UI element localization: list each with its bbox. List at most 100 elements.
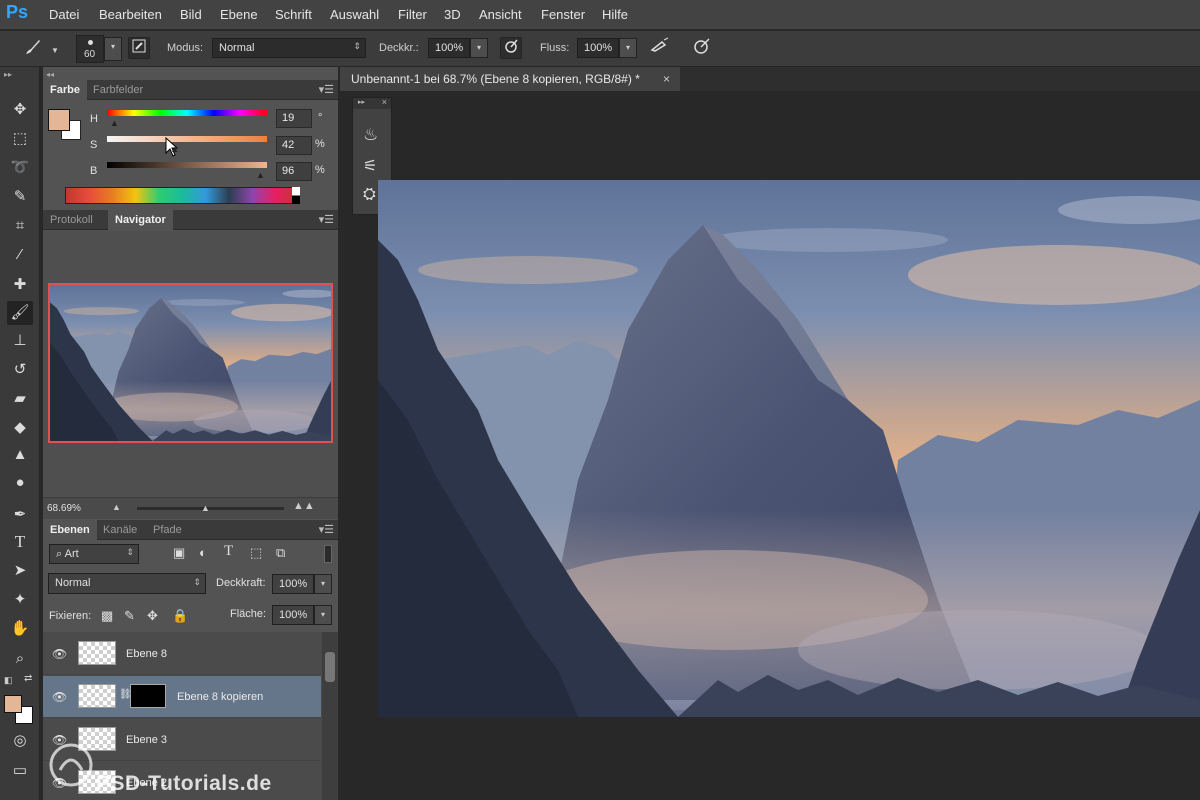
menu-fenster[interactable]: Fenster: [541, 7, 585, 22]
tab-kanaele[interactable]: Kanäle: [96, 520, 144, 540]
menu-schrift[interactable]: Schrift: [275, 7, 312, 22]
palette-header[interactable]: ▸▸ ×: [353, 97, 391, 109]
brightness-field[interactable]: 96: [276, 162, 312, 181]
pressure-opacity-icon[interactable]: [500, 37, 522, 59]
menu-filter[interactable]: Filter: [398, 7, 427, 22]
lock-transparent-icon[interactable]: ▩: [101, 608, 113, 624]
visibility-eye-icon[interactable]: 👁: [52, 690, 67, 704]
filter-smartobject-icon[interactable]: ⧉: [276, 545, 285, 561]
mode-select[interactable]: Normal ⇕: [212, 38, 366, 58]
brush-size-display[interactable]: 60: [76, 35, 104, 63]
brush-preset-icon[interactable]: [22, 37, 44, 59]
fill-field[interactable]: 100%: [272, 605, 314, 625]
zoom-value[interactable]: 68.69%: [47, 503, 81, 514]
layer-row[interactable]: 👁 Ebene 8: [43, 633, 321, 675]
history-brush-tool-icon[interactable]: ↺: [7, 358, 33, 382]
brush-presets-icon[interactable]: ♨: [363, 125, 378, 145]
panel-menu-icon[interactable]: ▾☰: [319, 213, 334, 226]
fill-dropdown[interactable]: ▾: [314, 605, 332, 625]
lock-all-icon[interactable]: 🔒: [172, 608, 188, 624]
expand-arrows-icon[interactable]: ▸▸: [4, 70, 12, 79]
layer-opacity-dropdown[interactable]: ▾: [314, 574, 332, 594]
clone-source-icon[interactable]: ⛭: [363, 186, 376, 204]
close-icon[interactable]: ×: [382, 97, 387, 107]
tab-farbfelder[interactable]: Farbfelder: [86, 80, 150, 100]
move-tool-icon[interactable]: ✥: [7, 98, 33, 122]
default-colors-icon[interactable]: ◧: [4, 675, 13, 686]
panel-menu-icon[interactable]: ▾☰: [319, 523, 334, 536]
path-selection-tool-icon[interactable]: ➤: [7, 559, 33, 583]
flow-dropdown[interactable]: ▾: [619, 38, 637, 58]
filter-pixel-icon[interactable]: ▣: [173, 545, 185, 561]
zoom-slider-thumb-icon[interactable]: ▲: [201, 503, 210, 513]
opacity-dropdown[interactable]: ▾: [470, 38, 488, 58]
paint-bucket-tool-icon[interactable]: ◆: [7, 416, 33, 440]
dodge-tool-icon[interactable]: ●: [7, 471, 33, 495]
document-canvas[interactable]: [378, 180, 1200, 717]
crop-tool-icon[interactable]: ⌗: [7, 214, 33, 238]
airbrush-icon[interactable]: [649, 37, 671, 59]
screen-mode-icon[interactable]: ▭: [7, 759, 33, 783]
zoom-slider-track[interactable]: [137, 507, 284, 510]
healing-brush-tool-icon[interactable]: ✚: [7, 273, 33, 297]
color-fg-swatch[interactable]: [48, 109, 70, 131]
zoom-out-icon[interactable]: ▲: [112, 502, 121, 512]
foreground-color-swatch[interactable]: [4, 695, 22, 713]
opacity-field[interactable]: 100%: [428, 38, 470, 58]
lasso-tool-icon[interactable]: ➰: [7, 156, 33, 180]
brightness-slider[interactable]: [107, 162, 267, 168]
tab-protokoll[interactable]: Protokoll: [43, 210, 100, 230]
lock-image-icon[interactable]: ✎: [124, 608, 135, 624]
filter-adjustment-icon[interactable]: ◐: [199, 545, 207, 560]
brush-settings-icon[interactable]: ⚟: [363, 156, 377, 176]
zoom-in-icon[interactable]: ▲▲: [293, 500, 315, 512]
layers-scrollbar[interactable]: [322, 632, 338, 800]
hue-field[interactable]: 19: [276, 109, 312, 128]
saturation-thumb-icon[interactable]: ▲: [170, 144, 179, 154]
zoom-tool-icon[interactable]: ⌕: [7, 647, 33, 671]
menu-auswahl[interactable]: Auswahl: [330, 7, 379, 22]
layer-filter-select[interactable]: ⌕ Art ⇕: [49, 544, 139, 564]
hand-tool-icon[interactable]: ✋: [7, 617, 33, 641]
filter-toggle[interactable]: [324, 545, 332, 563]
layer-row-selected[interactable]: 👁 ⛓ Ebene 8 kopieren: [43, 676, 321, 718]
filter-type-icon[interactable]: T: [224, 543, 233, 560]
menu-bild[interactable]: Bild: [180, 7, 202, 22]
tab-navigator[interactable]: Navigator: [108, 210, 173, 230]
tab-pfade[interactable]: Pfade: [146, 520, 189, 540]
brush-panel-icon[interactable]: [128, 37, 150, 59]
pen-tool-icon[interactable]: ✒: [7, 503, 33, 527]
layer-opacity-field[interactable]: 100%: [272, 574, 314, 594]
saturation-field[interactable]: 42: [276, 136, 312, 155]
hue-slider[interactable]: [107, 110, 267, 116]
eyedropper-tool-icon[interactable]: ⁄: [7, 243, 33, 267]
type-tool-icon[interactable]: T: [7, 530, 33, 554]
layer-mask-thumbnail[interactable]: [130, 684, 166, 708]
brush-tool-icon[interactable]: 🖌: [7, 301, 33, 325]
chevron-down-icon[interactable]: ▼: [51, 46, 59, 55]
close-icon[interactable]: ×: [663, 67, 670, 91]
hue-thumb-icon[interactable]: ▲: [110, 118, 119, 128]
quick-mask-icon[interactable]: ◎: [7, 729, 33, 753]
visibility-eye-icon[interactable]: 👁: [52, 647, 67, 661]
expand-arrows-icon[interactable]: ▸▸: [358, 98, 365, 106]
lock-position-icon[interactable]: ✥: [147, 608, 158, 624]
saturation-slider[interactable]: [107, 136, 267, 142]
clone-stamp-tool-icon[interactable]: ⊥: [7, 329, 33, 353]
shape-tool-icon[interactable]: ✦: [7, 588, 33, 612]
blur-tool-icon[interactable]: ▲: [7, 443, 33, 467]
brightness-thumb-icon[interactable]: ▲: [256, 170, 265, 180]
tab-farbe[interactable]: Farbe: [43, 80, 87, 100]
pressure-size-icon[interactable]: [691, 37, 713, 59]
collapse-arrows-icon[interactable]: ◂◂: [46, 70, 54, 79]
menu-3d[interactable]: 3D: [444, 7, 461, 22]
scrollbar-thumb[interactable]: [325, 652, 335, 682]
marquee-tool-icon[interactable]: ⬚: [7, 127, 33, 151]
menu-ebene[interactable]: Ebene: [220, 7, 258, 22]
swap-colors-icon[interactable]: ⇄: [24, 673, 32, 684]
eraser-tool-icon[interactable]: ▰: [7, 387, 33, 411]
menu-bearbeiten[interactable]: Bearbeiten: [99, 7, 162, 22]
color-spectrum-bar[interactable]: [65, 187, 300, 204]
tab-ebenen[interactable]: Ebenen: [43, 520, 97, 540]
quick-selection-tool-icon[interactable]: ✎: [7, 185, 33, 209]
